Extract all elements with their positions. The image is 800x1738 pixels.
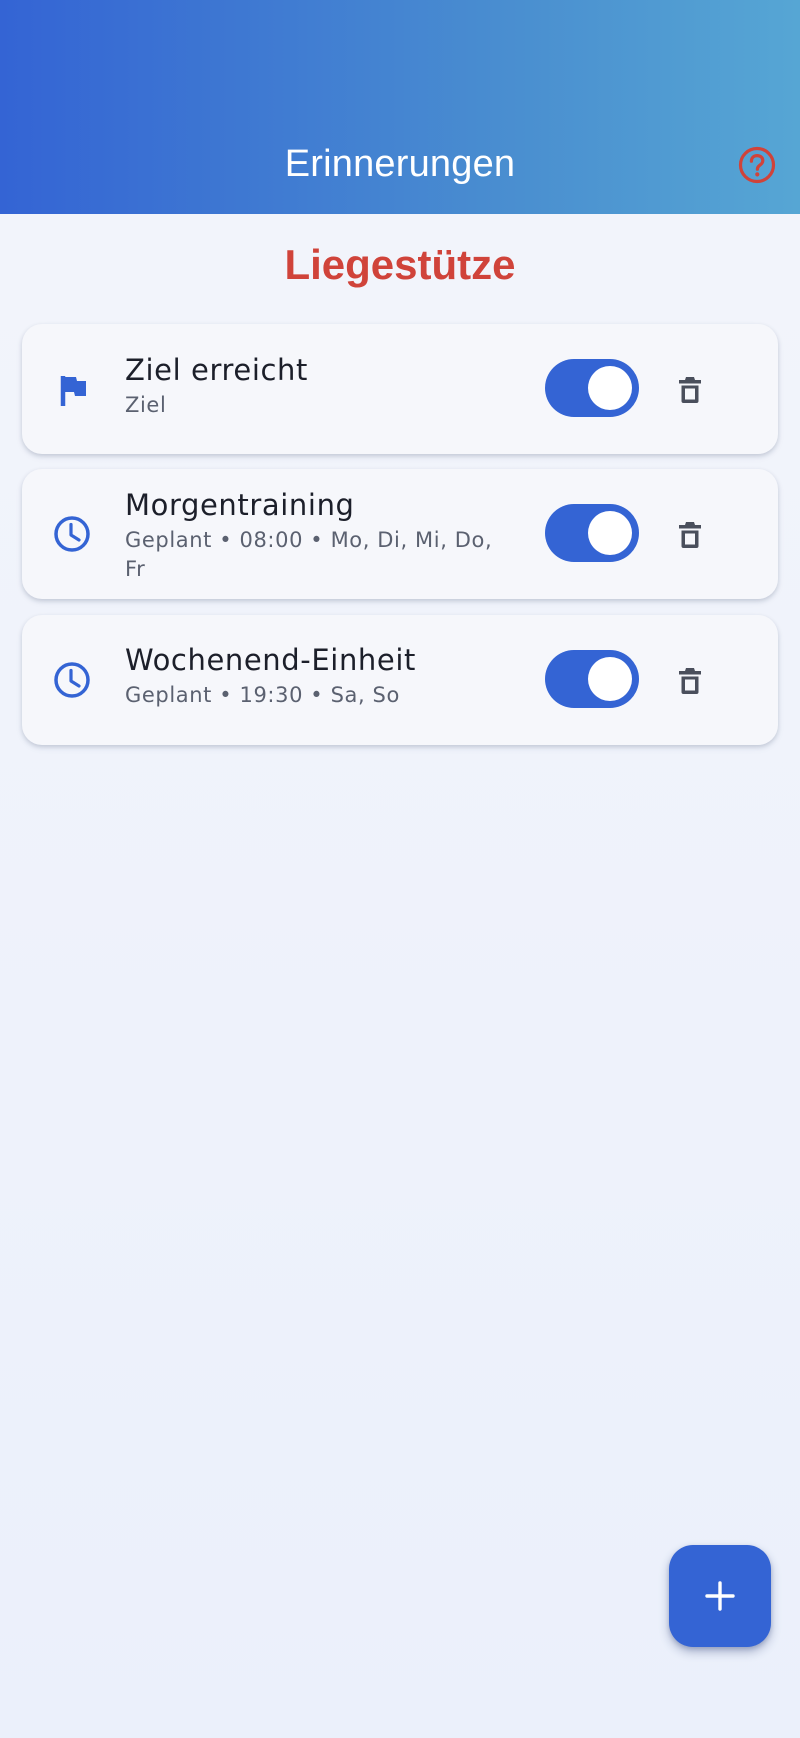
reminder-title: Wochenend-Einheit [125, 643, 416, 677]
reminder-card[interactable]: Wochenend-Einheit Geplant • 19:30 • Sa, … [22, 615, 778, 745]
delete-button[interactable] [674, 373, 706, 405]
reminder-toggle[interactable] [545, 504, 639, 562]
toggle-knob [588, 511, 632, 555]
page-title: Erinnerungen [284, 143, 516, 185]
plus-icon [705, 1581, 735, 1611]
flag-icon [52, 370, 92, 410]
reminder-subtitle: Ziel [125, 393, 167, 417]
trash-icon [679, 522, 701, 548]
trash-icon [679, 668, 701, 694]
reminder-card[interactable]: Ziel erreicht Ziel [22, 324, 778, 454]
delete-button[interactable] [674, 664, 706, 696]
toggle-knob [588, 657, 632, 701]
reminder-title: Ziel erreicht [125, 353, 308, 387]
help-button[interactable] [738, 146, 776, 184]
trash-icon [679, 377, 701, 403]
clock-icon [52, 514, 92, 554]
clock-icon [52, 660, 92, 700]
reminder-toggle[interactable] [545, 650, 639, 708]
reminder-subtitle: Geplant • 19:30 • Sa, So [125, 683, 400, 707]
help-circle-icon [738, 146, 776, 184]
toggle-knob [588, 366, 632, 410]
section-title: Liegestütze [284, 241, 516, 288]
delete-button[interactable] [674, 518, 706, 550]
app-bar: Erinnerungen [0, 0, 800, 214]
reminder-title: Morgentraining [125, 488, 355, 522]
reminder-card[interactable]: Morgentraining Geplant • 08:00 • Mo, Di,… [22, 469, 778, 599]
reminder-subtitle: Geplant • 08:00 • Mo, Di, Mi, Do, Fr [125, 528, 493, 581]
add-reminder-button[interactable] [669, 1545, 771, 1647]
reminder-toggle[interactable] [545, 359, 639, 417]
